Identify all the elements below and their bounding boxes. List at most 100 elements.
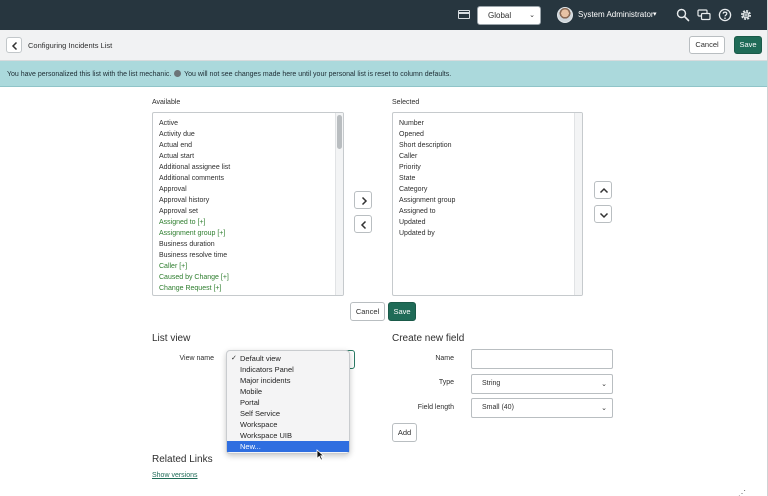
selected-list-item[interactable]: Assigned to: [399, 206, 455, 217]
chevron-right-icon: [361, 196, 368, 206]
header-save-button[interactable]: Save: [734, 36, 762, 54]
type-select[interactable]: String ⌄: [471, 374, 613, 394]
list-view-heading: List view: [152, 333, 191, 344]
add-column-button[interactable]: [354, 191, 372, 209]
available-list[interactable]: Active Activity due Actual end Actual start…: [152, 112, 344, 296]
cancel-button[interactable]: Cancel: [350, 302, 385, 321]
view-option[interactable]: Mobile: [227, 386, 349, 397]
info-banner: You have personalized this list with the…: [0, 61, 767, 87]
type-label: Type: [438, 379, 454, 386]
chevron-left-icon: [360, 220, 367, 230]
page: Global ⌄ System Administrator ▾ Configur…: [0, 0, 768, 496]
chat-icon[interactable]: [697, 8, 711, 22]
available-list-item[interactable]: Approval set: [159, 206, 230, 217]
user-name[interactable]: System Administrator: [578, 10, 654, 19]
selected-list-item[interactable]: Number: [399, 118, 455, 129]
available-list-item[interactable]: Caller [+]: [159, 261, 230, 272]
field-length-select[interactable]: Small (40) ⌄: [471, 398, 613, 418]
back-button[interactable]: [6, 37, 22, 53]
help-icon[interactable]: [718, 8, 732, 22]
selected-list-item[interactable]: State: [399, 173, 455, 184]
user-menu-caret-icon[interactable]: ▾: [653, 10, 657, 18]
selected-list-item[interactable]: Caller: [399, 151, 455, 162]
avatar[interactable]: [557, 7, 573, 23]
view-option[interactable]: Self Service: [227, 408, 349, 419]
name-input[interactable]: [471, 349, 613, 369]
available-list-item[interactable]: Actual start: [159, 151, 230, 162]
available-list-item[interactable]: Approval history: [159, 195, 230, 206]
view-option[interactable]: Major incidents: [227, 375, 349, 386]
gear-icon[interactable]: [739, 8, 753, 22]
view-name-options: ✓ Default view Indicators Panel Major incid…: [227, 353, 349, 452]
view-option[interactable]: Workspace: [227, 419, 349, 430]
view-option[interactable]: ✓ Default view: [227, 353, 349, 364]
checkmark-icon: ✓: [231, 355, 237, 362]
available-list-item[interactable]: Business resolve time: [159, 250, 230, 261]
resize-handle-icon[interactable]: ⋰: [738, 489, 746, 496]
move-down-button[interactable]: [594, 205, 612, 223]
chevron-left-icon: [11, 41, 18, 51]
selected-list-item[interactable]: Assignment group: [399, 195, 455, 206]
available-list-item[interactable]: Approval: [159, 184, 230, 195]
available-list-item[interactable]: Activity due: [159, 129, 230, 140]
view-option-label: Self Service: [240, 409, 281, 418]
banner-message: You have personalized this list with the…: [7, 70, 451, 78]
available-list-item[interactable]: Additional comments: [159, 173, 230, 184]
view-option[interactable]: Indicators Panel: [227, 364, 349, 375]
remove-column-button[interactable]: [354, 215, 372, 233]
selected-list-item[interactable]: Short description: [399, 140, 455, 151]
view-option-label: Portal: [240, 398, 260, 407]
available-scrollbar[interactable]: [335, 113, 343, 295]
chevron-down-icon: ⌄: [529, 12, 535, 19]
available-items: Active Activity due Actual end Actual start…: [159, 118, 230, 294]
page-title: Configuring Incidents List: [28, 41, 113, 50]
view-option-label: Major incidents: [240, 376, 291, 385]
available-scroll-thumb[interactable]: [337, 115, 342, 149]
show-versions-link[interactable]: Show versions: [152, 472, 198, 479]
selected-list-item[interactable]: Category: [399, 184, 455, 195]
available-list-item[interactable]: Assignment group [+]: [159, 228, 230, 239]
create-field-heading: Create new field: [392, 333, 465, 344]
view-option-label: Mobile: [240, 387, 263, 396]
view-option[interactable]: Workspace UIB: [227, 430, 349, 441]
move-up-button[interactable]: [594, 181, 612, 199]
header-cancel-button[interactable]: Cancel: [689, 36, 725, 54]
selected-label: Selected: [392, 99, 420, 106]
list-mechanic-icon: [174, 70, 182, 77]
available-list-item[interactable]: Active: [159, 118, 230, 129]
available-list-item[interactable]: Change Request [+]: [159, 283, 230, 294]
available-list-item[interactable]: Additional assignee list: [159, 162, 230, 173]
selected-scrollbar[interactable]: [574, 113, 582, 295]
add-field-button[interactable]: Add: [392, 423, 417, 442]
selected-list-item[interactable]: Updated: [399, 217, 455, 228]
view-option[interactable]: Portal: [227, 397, 349, 408]
search-icon[interactable]: [676, 8, 690, 22]
field-length-select-value: Small (40): [482, 404, 514, 411]
form-header: Configuring Incidents List Cancel Save: [0, 30, 767, 61]
selected-list-item[interactable]: Priority: [399, 162, 455, 173]
save-button[interactable]: Save: [388, 302, 416, 321]
selected-list[interactable]: Number Opened Short description Caller Prior…: [392, 112, 583, 296]
view-option-label: Default view: [240, 354, 281, 363]
chevron-up-icon: [599, 187, 609, 194]
chevron-down-icon: ⌄: [601, 405, 607, 412]
available-list-item[interactable]: Business duration: [159, 239, 230, 250]
selected-list-item[interactable]: Opened: [399, 129, 455, 140]
related-links-heading: Related Links: [152, 454, 213, 465]
banner-text-after: You will not see changes made here until…: [184, 71, 452, 78]
mouse-cursor-icon: [316, 449, 325, 461]
window-icon[interactable]: [458, 10, 470, 19]
available-list-item[interactable]: Actual end: [159, 140, 230, 151]
available-label: Available: [152, 99, 181, 106]
scope-select-value: Global: [488, 11, 512, 20]
available-list-item[interactable]: Assigned to [+]: [159, 217, 230, 228]
view-name-label: View name: [179, 355, 214, 362]
banner-text-before: You have personalized this list with the…: [7, 71, 172, 78]
selected-list-item[interactable]: Updated by: [399, 228, 455, 239]
view-option-label: Workspace: [240, 420, 278, 429]
selected-items: Number Opened Short description Caller Prior…: [399, 118, 455, 239]
field-length-label: Field length: [417, 404, 454, 411]
available-list-item[interactable]: Caused by Change [+]: [159, 272, 230, 283]
view-option[interactable]: New...: [227, 441, 349, 452]
scope-select[interactable]: Global ⌄: [477, 6, 541, 25]
